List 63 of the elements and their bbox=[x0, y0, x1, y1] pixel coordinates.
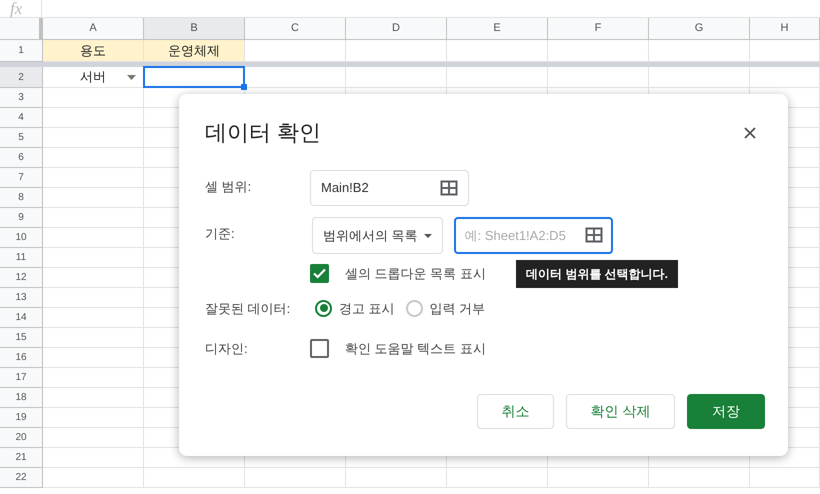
row-number[interactable]: 9 bbox=[0, 208, 43, 228]
row-number[interactable]: 16 bbox=[0, 348, 43, 368]
column-header[interactable]: B bbox=[144, 18, 245, 40]
checkbox-label: 셀의 드롭다운 목록 표시 bbox=[345, 265, 486, 283]
field-label: 기준: bbox=[205, 225, 236, 243]
row-number[interactable]: 15 bbox=[0, 328, 43, 348]
column-header[interactable]: G bbox=[649, 18, 750, 40]
radio-button[interactable] bbox=[315, 300, 332, 317]
column-header[interactable]: H bbox=[750, 18, 820, 40]
row-number[interactable]: 10 bbox=[0, 228, 43, 248]
row-number[interactable]: 5 bbox=[0, 128, 43, 148]
field-label: 잘못된 데이터: bbox=[205, 300, 292, 318]
field-label: 디자인: bbox=[205, 340, 249, 358]
row-number[interactable]: 13 bbox=[0, 288, 43, 308]
radio-label: 입력 거부 bbox=[430, 300, 486, 318]
table-cell: 용도 bbox=[43, 40, 144, 62]
function-label: fx bbox=[0, 0, 42, 17]
dialog-button[interactable]: 확인 삭제 bbox=[566, 394, 675, 428]
row-number[interactable]: 21 bbox=[0, 448, 43, 468]
dialog-button[interactable]: 취소 bbox=[477, 394, 554, 428]
row-number[interactable]: 8 bbox=[0, 188, 43, 208]
checkbox[interactable] bbox=[310, 339, 329, 358]
dropdown-arrow-icon[interactable] bbox=[127, 74, 136, 80]
row-number[interactable]: 19 bbox=[0, 408, 43, 428]
row-number[interactable]: 3 bbox=[0, 88, 43, 108]
column-header[interactable]: C bbox=[245, 18, 346, 40]
table-cell bbox=[750, 67, 820, 88]
column-header[interactable]: A bbox=[43, 18, 144, 40]
criteria-dropdown[interactable]: 범위에서의 목록 bbox=[312, 217, 443, 254]
caret-icon bbox=[424, 234, 432, 238]
row-number[interactable]: 17 bbox=[0, 368, 43, 388]
save-button[interactable]: 저장 bbox=[687, 394, 765, 428]
row-number[interactable]: 22 bbox=[0, 468, 43, 488]
row-number[interactable]: 1 bbox=[0, 40, 43, 62]
field-label: 셀 범위: bbox=[205, 178, 252, 196]
column-header[interactable]: E bbox=[447, 18, 548, 40]
table-cell bbox=[750, 468, 820, 488]
table-cell: 서버 bbox=[43, 67, 144, 88]
radio-button[interactable] bbox=[406, 300, 423, 317]
tooltip: 데이터 범위를 선택합니다. bbox=[516, 260, 678, 288]
grid-icon[interactable] bbox=[584, 227, 603, 243]
column-header[interactable]: F bbox=[548, 18, 649, 40]
row-number[interactable]: 7 bbox=[0, 168, 43, 188]
grid-icon[interactable] bbox=[440, 180, 458, 196]
range-field[interactable]: Main!B2 bbox=[310, 170, 469, 206]
range-field[interactable]: 예: Sheet1!A2:D5 bbox=[454, 217, 613, 254]
checkbox[interactable] bbox=[310, 264, 329, 284]
corner-cell[interactable] bbox=[0, 18, 43, 40]
radio-label: 경고 표시 bbox=[339, 300, 395, 318]
row-number[interactable]: 11 bbox=[0, 248, 43, 268]
row-number[interactable]: 14 bbox=[0, 308, 43, 328]
close-icon[interactable] bbox=[744, 126, 756, 138]
row-number[interactable]: 2 bbox=[0, 67, 43, 88]
checkbox-label: 확인 도움말 텍스트 표시 bbox=[345, 340, 486, 358]
row-number[interactable]: 18 bbox=[0, 388, 43, 408]
selected-cell[interactable] bbox=[143, 66, 247, 90]
row-number[interactable]: 4 bbox=[0, 108, 43, 128]
column-header[interactable]: D bbox=[346, 18, 447, 40]
row-number[interactable]: 12 bbox=[0, 268, 43, 288]
table-cell: 운영체제 bbox=[144, 40, 245, 62]
row-number[interactable]: 20 bbox=[0, 428, 43, 448]
row-number[interactable]: 6 bbox=[0, 148, 43, 168]
dialog-title: 데이터 확인 bbox=[205, 119, 322, 147]
